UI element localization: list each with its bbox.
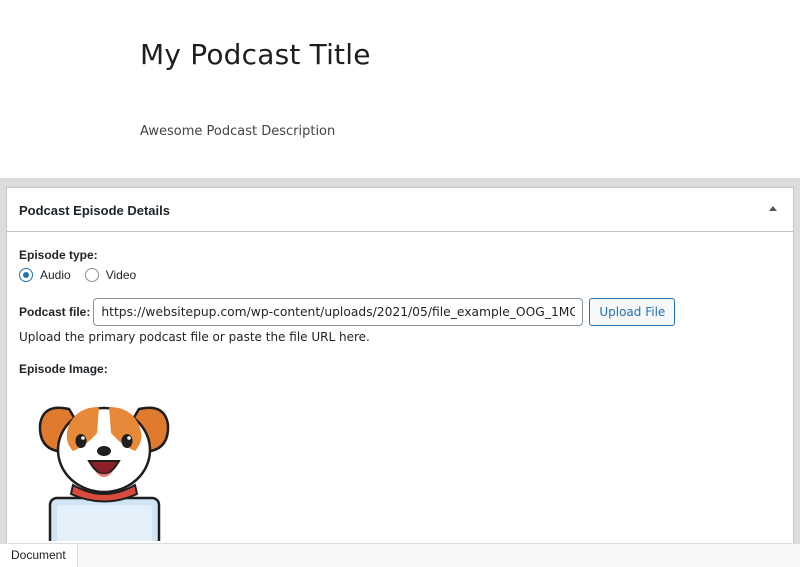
radio-audio[interactable]	[19, 268, 33, 282]
episode-image-label: Episode Image:	[19, 362, 108, 376]
episode-type-label: Episode type:	[19, 248, 98, 262]
post-title[interactable]: My Podcast Title	[140, 38, 371, 71]
podcast-file-row: Podcast file: Upload File	[19, 298, 676, 326]
metabox-title: Podcast Episode Details	[19, 203, 170, 218]
post-description[interactable]: Awesome Podcast Description	[140, 124, 335, 139]
podcast-file-help: Upload the primary podcast file or paste…	[19, 330, 370, 344]
radio-video-label[interactable]: Video	[106, 268, 136, 282]
status-bar: Document	[0, 543, 800, 567]
editor-header: My Podcast Title Awesome Podcast Descrip…	[0, 0, 800, 178]
metabox-area: Podcast Episode Details Episode type: Au…	[0, 178, 800, 547]
radio-video[interactable]	[84, 268, 99, 282]
podcast-file-input[interactable]	[93, 298, 584, 326]
episode-type-options: Audio Video	[19, 268, 150, 282]
podcast-episode-metabox: Podcast Episode Details Episode type: Au…	[6, 187, 794, 547]
episode-image[interactable]	[33, 395, 175, 541]
upload-file-button[interactable]: Upload File	[589, 298, 676, 326]
triangle-up-icon[interactable]	[767, 203, 779, 215]
breadcrumb-document[interactable]: Document	[0, 544, 78, 567]
metabox-header[interactable]: Podcast Episode Details	[7, 188, 793, 232]
podcast-file-label: Podcast file:	[19, 305, 91, 319]
radio-audio-label[interactable]: Audio	[40, 268, 71, 282]
